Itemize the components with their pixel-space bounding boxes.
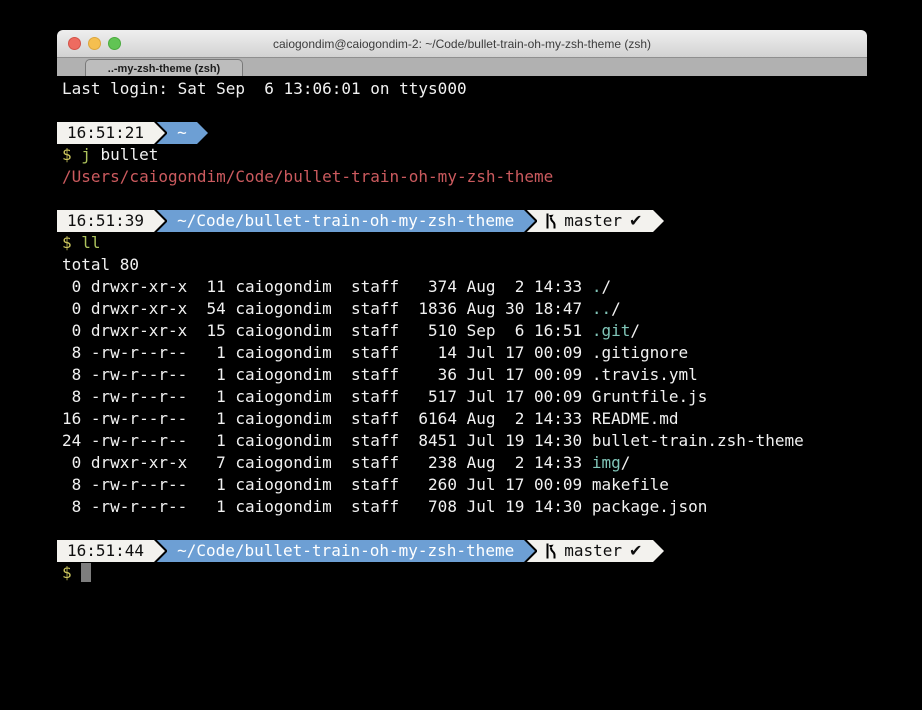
prompt-time-segment: 16:51:44 [57,540,154,562]
current-command-line[interactable]: $ [62,562,867,584]
prompt-line-1: 16:51:21 ~ [57,122,867,144]
prompt-time-segment: 16:51:39 [57,210,154,232]
command-line: $ ll [62,232,867,254]
command-output: /Users/caiogondim/Code/bullet-train-oh-m… [62,166,867,188]
git-clean-check-icon: ✔ [629,210,642,232]
ls-row: 0 drwxr-xr-x 11 caiogondim staff 374 Aug… [62,276,867,298]
ls-row: 8 -rw-r--r-- 1 caiogondim staff 36 Jul 1… [62,364,867,386]
ls-row-name: .travis.yml [592,365,698,384]
ls-row-name: .gitignore [592,343,688,362]
prompt-line-3: 16:51:44 ~/Code/bullet-train-oh-my-zsh-t… [57,540,867,562]
ls-row: 0 drwxr-xr-x 15 caiogondim staff 510 Sep… [62,320,867,342]
ls-row-meta: 8 -rw-r--r-- 1 caiogondim staff 260 Jul … [62,475,592,494]
ls-row: 8 -rw-r--r-- 1 caiogondim staff 260 Jul … [62,474,867,496]
powerline-separator-icon [154,540,167,562]
prompt-git-segment: master ✔ [537,210,653,232]
ls-row-name: .. [592,299,611,318]
ls-row-suffix: / [630,321,640,340]
ls-row-meta: 0 drwxr-xr-x 7 caiogondim staff 238 Aug … [62,453,592,472]
ls-row-name: img [592,453,621,472]
tab-label: ..-my-zsh-theme (zsh) [108,63,220,75]
window-titlebar: caiogondim@caiogondim-2: ~/Code/bullet-t… [57,30,867,58]
command-text: ll [81,233,100,252]
ls-row-meta: 8 -rw-r--r-- 1 caiogondim staff 708 Jul … [62,497,592,516]
minimize-button[interactable] [88,37,101,50]
prompt-git-segment: master ✔ [537,540,653,562]
prompt-path-segment: ~/Code/bullet-train-oh-my-zsh-theme [167,210,524,232]
close-button[interactable] [68,37,81,50]
ls-row-meta: 0 drwxr-xr-x 15 caiogondim staff 510 Sep… [62,321,592,340]
ls-row: 24 -rw-r--r-- 1 caiogondim staff 8451 Ju… [62,430,867,452]
tab-bar: ..-my-zsh-theme (zsh) [57,58,867,77]
prompt-time-segment: 16:51:21 [57,122,154,144]
ls-row-name: package.json [592,497,708,516]
ls-row-name: makefile [592,475,669,494]
command-text: j [81,145,91,164]
ls-row-suffix: / [621,453,631,472]
blank-line [62,518,867,540]
powerline-separator-icon [653,540,666,562]
prompt-line-2: 16:51:39 ~/Code/bullet-train-oh-my-zsh-t… [57,210,867,232]
ls-row: 8 -rw-r--r-- 1 caiogondim staff 14 Jul 1… [62,342,867,364]
terminal-window: caiogondim@caiogondim-2: ~/Code/bullet-t… [57,30,867,680]
cursor [81,563,91,582]
blank-line [62,188,867,210]
last-login-line: Last login: Sat Sep 6 13:06:01 on ttys00… [62,78,867,100]
ls-row-name: bullet-train.zsh-theme [592,431,804,450]
prompt-symbol: $ [62,233,81,252]
git-branch-name: master [564,540,622,562]
ls-row: 8 -rw-r--r-- 1 caiogondim staff 708 Jul … [62,496,867,518]
blank-line [62,100,867,122]
prompt-path-segment: ~/Code/bullet-train-oh-my-zsh-theme [167,540,524,562]
ls-total-line: total 80 [62,254,867,276]
traffic-lights [68,37,121,50]
ls-row-meta: 8 -rw-r--r-- 1 caiogondim staff 517 Jul … [62,387,592,406]
ls-row: 0 drwxr-xr-x 54 caiogondim staff 1836 Au… [62,298,867,320]
ls-row-name: Gruntfile.js [592,387,708,406]
command-line: $ j bullet [62,144,867,166]
ls-row-meta: 0 drwxr-xr-x 11 caiogondim staff 374 Aug… [62,277,592,296]
command-args: bullet [91,145,158,164]
ls-row-meta: 8 -rw-r--r-- 1 caiogondim staff 36 Jul 1… [62,365,592,384]
ls-row: 8 -rw-r--r-- 1 caiogondim staff 517 Jul … [62,386,867,408]
ls-row-suffix: / [611,299,621,318]
zoom-button[interactable] [108,37,121,50]
git-branch-icon [545,213,557,229]
terminal-screen[interactable]: Last login: Sat Sep 6 13:06:01 on ttys00… [57,76,867,680]
tab-zsh[interactable]: ..-my-zsh-theme (zsh) [85,59,243,77]
prompt-symbol: $ [62,145,81,164]
ls-row-meta: 24 -rw-r--r-- 1 caiogondim staff 8451 Ju… [62,431,592,450]
powerline-separator-icon [154,122,167,144]
powerline-separator-icon [154,210,167,232]
ls-row: 0 drwxr-xr-x 7 caiogondim staff 238 Aug … [62,452,867,474]
git-branch-icon [545,543,557,559]
powerline-separator-icon [653,210,666,232]
prompt-symbol: $ [62,563,81,582]
ls-row-meta: 0 drwxr-xr-x 54 caiogondim staff 1836 Au… [62,299,592,318]
git-branch-name: master [564,210,622,232]
ls-row: 16 -rw-r--r-- 1 caiogondim staff 6164 Au… [62,408,867,430]
git-clean-check-icon: ✔ [629,540,642,562]
ls-row-name: README.md [592,409,679,428]
ls-row-name: .git [592,321,631,340]
ls-row-suffix: / [601,277,611,296]
prompt-path-segment: ~ [167,122,197,144]
ls-row-meta: 8 -rw-r--r-- 1 caiogondim staff 14 Jul 1… [62,343,592,362]
window-title: caiogondim@caiogondim-2: ~/Code/bullet-t… [273,37,651,51]
powerline-separator-icon [524,540,537,562]
ls-row-meta: 16 -rw-r--r-- 1 caiogondim staff 6164 Au… [62,409,592,428]
ls-row-name: . [592,277,602,296]
powerline-separator-icon [197,122,210,144]
powerline-separator-icon [524,210,537,232]
